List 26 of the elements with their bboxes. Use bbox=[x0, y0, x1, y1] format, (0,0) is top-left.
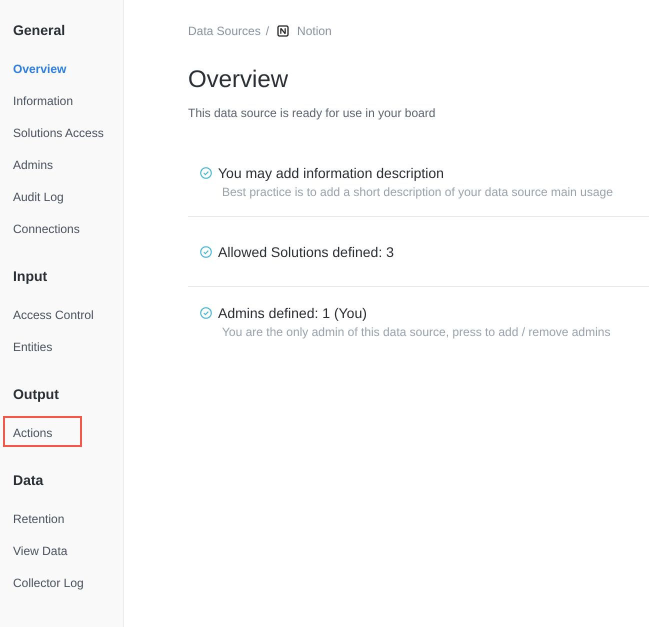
nav-item[interactable]: Entities bbox=[3, 330, 66, 361]
square-logo-icon bbox=[277, 25, 290, 37]
nav-item[interactable]: View Data bbox=[3, 534, 80, 565]
nav-item[interactable]: Retention bbox=[3, 502, 78, 533]
section-heading: General bbox=[12, 21, 66, 40]
page-title: Overview bbox=[188, 65, 290, 95]
section-heading: Output bbox=[12, 385, 60, 404]
nav-item[interactable]: Overview bbox=[3, 52, 80, 83]
section-heading: Input bbox=[12, 267, 48, 286]
page-subtitle: This data source is ready for use in your board bbox=[188, 105, 436, 122]
checklist-description: You are the only admin of this data source, press to add / remove admins bbox=[222, 324, 610, 341]
nav-item[interactable]: Admins bbox=[3, 148, 66, 179]
checklist-title[interactable]: Allowed Solutions defined: 3 bbox=[218, 244, 394, 260]
nav-item[interactable]: Access Control bbox=[3, 298, 107, 329]
nav-item[interactable]: Solutions Access bbox=[3, 116, 117, 147]
checklist-description: Best practice is to add a short description of your data source main usage bbox=[222, 184, 613, 200]
checklist-title[interactable]: Admins defined: 1 (You) bbox=[218, 305, 367, 321]
nav-item[interactable]: Collector Log bbox=[3, 566, 97, 597]
breadcrumb-separator: / bbox=[266, 24, 270, 38]
breadcrumb-current: Notion bbox=[297, 24, 332, 38]
checklist-title[interactable]: You may add information description bbox=[218, 164, 444, 180]
highlighted-nav-item[interactable]: Actions bbox=[3, 416, 82, 447]
nav-item[interactable]: Audit Log bbox=[3, 180, 77, 211]
section-heading: Data bbox=[12, 471, 44, 490]
nav-item[interactable]: Information bbox=[3, 84, 86, 115]
nav-item[interactable]: Connections bbox=[3, 212, 93, 243]
